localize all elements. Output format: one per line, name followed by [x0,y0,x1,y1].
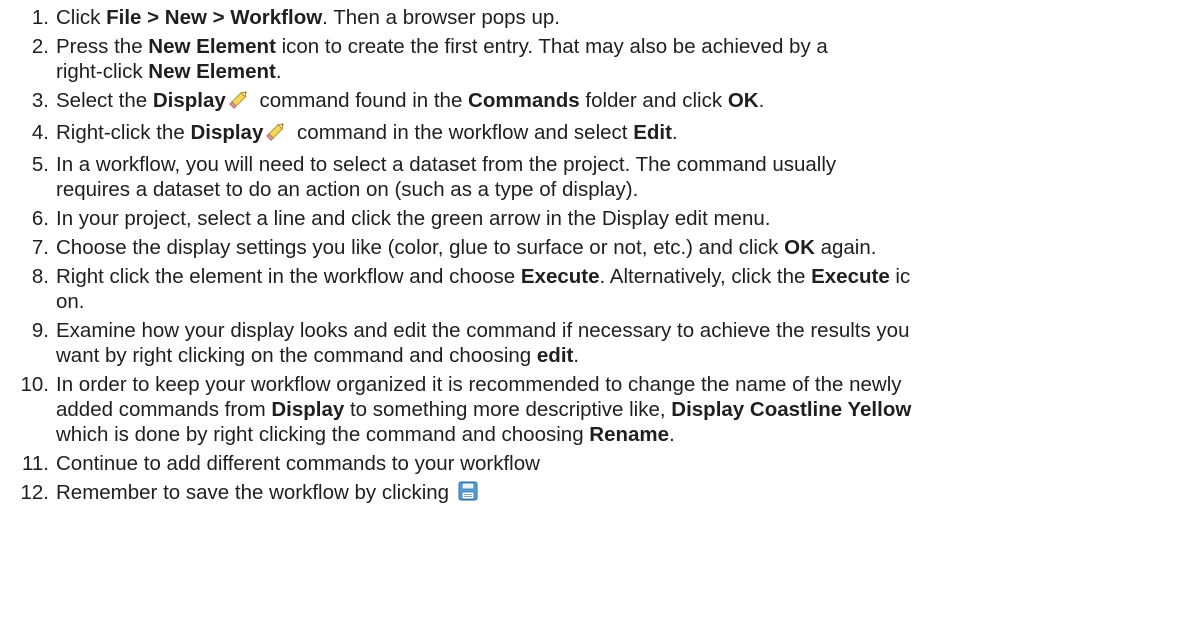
step-number: 6. [31,207,49,230]
step-text: Right click the element in the workflow … [56,265,521,288]
step-number: 3. [31,89,49,112]
step-text: Choose the display settings you like (co… [56,236,785,259]
pencil-icon [265,120,287,148]
bold-term: New Element [148,60,276,83]
list-item: 6. In your project, select a line and cli… [0,206,1177,231]
list-item: 3. Select the Display command found in th… [0,88,1177,116]
bold-term: Display [152,89,226,112]
step-number: 11. [22,452,49,475]
step-text: Click [56,6,107,29]
list-item: 9. Examine how your display looks and edi… [0,318,1177,368]
step-text: on. [56,290,85,313]
step-text: right-click [56,60,149,83]
step-text: which is done by right clicking the comm… [56,423,590,446]
step-text: . [573,344,580,367]
bold-term: Execute [811,265,890,288]
bold-term: Commands [468,89,580,112]
step-text: Press the [56,35,149,58]
pencil-icon [228,88,250,116]
list-item: 5. In a workflow, you will need to select… [0,152,1177,202]
bold-term: Execute [520,265,600,288]
save-icon [457,480,479,508]
step-text: command found in the [253,89,469,112]
bold-term: Display [190,121,264,144]
list-item: 10. In order to keep your workflow organi… [0,372,1177,447]
step-text: Examine how your display looks and edit … [56,319,910,342]
step-text: . Then a browser pops up. [322,6,560,29]
step-text: Remember to save the workflow by clickin… [56,481,455,504]
step-number: 7. [31,236,49,259]
step-text: added commands from [56,398,272,421]
bold-term: Edit [633,121,672,144]
step-number: 12. [20,481,50,504]
bold-term: Display Coastline Yellow [671,398,912,421]
step-text: In a workflow, you will need to select a… [56,153,837,176]
step-number: 2. [31,35,49,58]
step-text: In order to keep your workflow organized… [56,373,902,396]
step-text: . [669,423,675,446]
step-text: Select the [56,89,153,112]
bold-term: Display [271,398,345,421]
step-number: 10. [20,373,50,396]
bold-term: New Element [148,35,276,58]
bold-term: Rename [589,423,670,446]
step-text: want by right clicking on the command an… [56,344,537,367]
list-item: 7. Choose the display settings you like (… [0,235,1177,260]
step-text: again. [814,236,877,259]
step-text: requires a dataset to do an action on (s… [56,178,639,201]
bold-term: OK [784,236,815,259]
step-text: to something more descriptive like, [344,398,672,421]
step-text: . [758,89,765,112]
step-number: 5. [31,153,49,176]
step-text: folder and click [579,89,728,112]
step-text: icon to create the first entry. That may… [275,35,828,58]
step-text: ic [889,265,911,288]
step-number: 9. [31,319,49,342]
step-text: . [275,60,282,83]
step-text: In your project, select a line and click… [56,207,771,230]
list-item: 11. Continue to add different commands to… [0,451,1177,476]
step-text: . [671,121,678,144]
bold-term: File > New > Workflow [106,6,323,29]
instruction-list: 1. Click File > New > Workflow. Then a br… [0,5,1177,512]
list-item: 12. Remember to save the workflow by clic… [0,480,1177,508]
bold-term: OK [727,89,759,112]
list-item: 4. Right-click the Display command in the… [0,120,1177,148]
step-text: Right-click the [56,121,191,144]
step-text: . Alternatively, click the [599,265,812,288]
step-number: 8. [31,265,49,288]
step-number: 4. [31,121,49,144]
list-item: 8. Right click the element in the workflo… [0,264,1177,314]
list-item: 1. Click File > New > Workflow. Then a br… [0,5,1177,30]
step-number: 1. [31,6,49,29]
list-item: 2. Press the New Element icon to create t… [0,34,1177,84]
step-text: Continue to add different commands to yo… [56,452,540,475]
step-text: command in the workflow and select [291,121,634,144]
bold-term: edit [536,344,574,367]
